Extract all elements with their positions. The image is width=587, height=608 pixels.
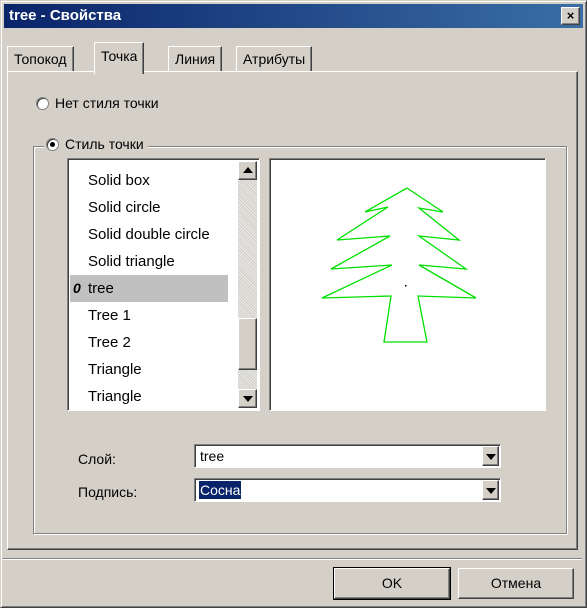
scroll-up-button[interactable] [238,161,257,180]
no-style-label: Нет стиля точки [55,95,159,111]
list-item[interactable]: Triangle [70,383,228,410]
list-item[interactable]: Solid triangle [70,248,228,275]
list-item[interactable]: Triangle [70,356,228,383]
selected-marker: 0 [73,280,81,296]
scroll-down-button[interactable] [238,389,257,408]
no-style-radio[interactable] [36,96,49,110]
window-title: tree - Свойства [9,7,122,24]
chevron-down-icon [486,454,496,460]
list-item-label: Triangle [88,361,142,378]
list-item-label: Tree 1 [88,307,131,324]
ok-button[interactable]: OK [333,567,451,600]
layer-value: tree [200,448,225,464]
tab-attributes[interactable]: Атрибуты [236,46,313,72]
button-separator [3,558,582,560]
layer-label: Слой: [78,451,116,467]
list-item[interactable]: 0 tree [70,275,228,302]
caption-label: Подпись: [78,484,138,500]
layer-dropdown-button[interactable] [482,446,499,466]
list-item-label: Tree 2 [88,334,131,351]
close-button[interactable]: × [561,7,580,25]
caption-dropdown-button[interactable] [482,480,499,500]
caption-value: Сосна [199,481,242,499]
list-item[interactable]: Solid box [70,167,228,194]
caption-select[interactable]: Сосна [194,478,501,502]
list-item-label: Solid triangle [88,253,175,270]
tree-preview-icon [321,187,477,343]
list-item[interactable]: Solid circle [70,194,228,221]
arrow-down-icon [243,396,253,402]
list-item[interactable]: Solid double circle [70,221,228,248]
tab-topocode[interactable]: Топокод [7,46,74,72]
point-style-legend: Стиль точки [44,134,148,154]
arrow-up-icon [243,167,253,173]
list-item-label: Solid circle [88,199,161,216]
close-icon: × [566,8,575,23]
style-preview [269,158,546,411]
tab-line[interactable]: Линия [168,46,223,72]
point-style-label: Стиль точки [65,136,144,152]
cancel-button[interactable]: Отмена [458,568,574,599]
list-item-label: Triangle [88,388,142,405]
no-style-option[interactable]: Нет стиля точки [36,93,159,113]
list-scrollbar[interactable] [238,161,257,408]
list-item-label: Solid box [88,172,150,189]
chevron-down-icon [486,488,496,494]
style-list[interactable]: Solid box Solid circle Solid double circle… [67,158,260,411]
point-style-radio[interactable] [46,137,59,151]
point-style-option[interactable]: Стиль точки [46,134,144,154]
list-item[interactable]: Tree 2 [70,329,228,356]
list-item-label: tree [88,280,114,297]
list-item[interactable]: Tree 1 [70,302,228,329]
title-bar: tree - Свойства × [4,4,583,28]
tab-point[interactable]: Точка [94,42,145,74]
list-item-label: Solid double circle [88,226,210,243]
scroll-thumb[interactable] [238,318,257,370]
layer-select[interactable]: tree [194,444,501,468]
